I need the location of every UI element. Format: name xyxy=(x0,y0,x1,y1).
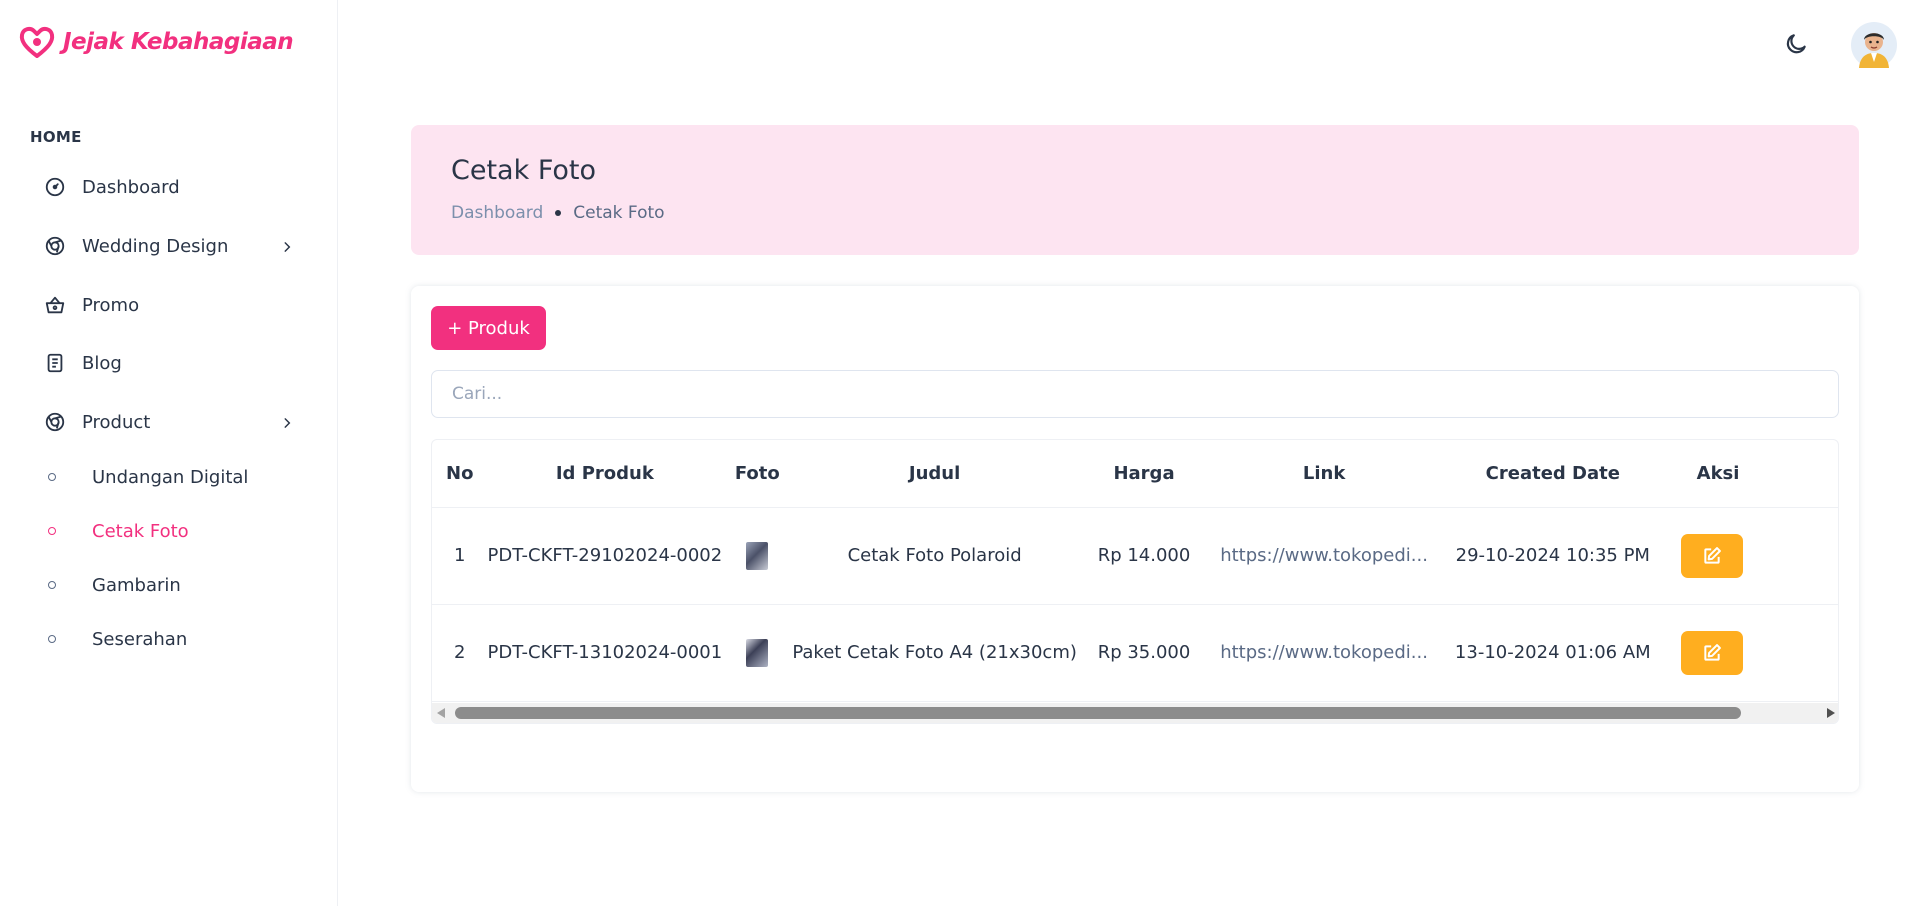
sidebar-subitem-seserahan[interactable]: Seserahan xyxy=(30,619,306,659)
horizontal-scrollbar[interactable] xyxy=(432,703,1838,723)
column-header-id-produk[interactable]: Id Produk xyxy=(487,440,723,508)
edit-icon xyxy=(1703,643,1721,661)
column-header-no[interactable]: No xyxy=(432,440,488,508)
sidebar-subitem-label: Seserahan xyxy=(92,628,188,650)
column-header-foto[interactable]: Foto xyxy=(722,440,793,508)
sidebar: Jejak Kebahagiaan HOME Dashboard Wedding… xyxy=(0,0,338,906)
moon-icon[interactable] xyxy=(1783,31,1809,61)
gauge-icon xyxy=(30,176,82,198)
search-input[interactable] xyxy=(431,370,1839,418)
nav-section-home: HOME xyxy=(30,128,82,146)
cell-no: 2 xyxy=(432,604,488,702)
page-header-banner: Cetak Foto Dashboard Cetak Foto xyxy=(411,125,1859,255)
document-icon xyxy=(30,352,82,374)
sidebar-subitem-label: Undangan Digital xyxy=(92,466,249,488)
table-row: 1 PDT-CKFT-29102024-0002 Cetak Foto Pola… xyxy=(432,507,1838,605)
sidebar-item-label: Blog xyxy=(82,352,122,374)
table-scroll-container[interactable]: No Id Produk Foto Judul Harga Link Creat… xyxy=(431,439,1839,724)
sidebar-item-promo[interactable]: Promo xyxy=(30,282,306,328)
page-title: Cetak Foto xyxy=(451,155,597,186)
aperture-icon xyxy=(30,411,82,433)
cell-harga: Rp 35.000 xyxy=(1076,604,1212,702)
sidebar-subitem-label: Cetak Foto xyxy=(92,520,189,542)
cell-no: 1 xyxy=(432,507,488,605)
breadcrumb-separator xyxy=(555,210,562,216)
breadcrumb-current: Cetak Foto xyxy=(573,203,665,223)
sidebar-item-product[interactable]: Product xyxy=(30,399,306,445)
cell-judul: Paket Cetak Foto A4 (21x30cm) xyxy=(792,604,1077,702)
scrollbar-thumb[interactable] xyxy=(455,707,1741,719)
edit-button[interactable] xyxy=(1680,533,1743,578)
sidebar-item-blog[interactable]: Blog xyxy=(30,340,306,386)
heart-logo-icon xyxy=(19,26,55,58)
sidebar-subitem-gambarin[interactable]: Gambarin xyxy=(30,565,306,605)
column-header-aksi[interactable]: Aksi xyxy=(1668,440,1838,508)
cell-created-date: 29-10-2024 10:35 PM xyxy=(1436,507,1669,605)
breadcrumb: Dashboard Cetak Foto xyxy=(451,203,665,223)
edit-button[interactable] xyxy=(1680,630,1743,675)
sidebar-item-label: Product xyxy=(82,411,151,433)
brand-logo[interactable]: Jejak Kebahagiaan xyxy=(19,25,294,59)
product-card: + Produk No Id Produk Foto Judul Harga L… xyxy=(411,286,1859,792)
chevron-right-icon xyxy=(280,414,294,435)
edit-icon xyxy=(1703,546,1721,564)
table-header-row: No Id Produk Foto Judul Harga Link Creat… xyxy=(432,440,1838,508)
chevron-right-icon xyxy=(280,238,294,259)
sidebar-subitem-undangan-digital[interactable]: Undangan Digital xyxy=(30,457,306,497)
circle-bullet-icon xyxy=(30,581,92,589)
cell-link[interactable]: https://www.tokopedi... xyxy=(1211,604,1437,702)
sidebar-subitem-cetak-foto[interactable]: Cetak Foto xyxy=(30,511,306,551)
sidebar-item-wedding-design[interactable]: Wedding Design xyxy=(30,223,306,269)
basket-icon xyxy=(30,294,82,316)
sidebar-item-label: Dashboard xyxy=(82,176,180,198)
breadcrumb-link-dashboard[interactable]: Dashboard xyxy=(451,203,543,223)
brand-name: Jejak Kebahagiaan xyxy=(63,29,294,55)
user-avatar[interactable] xyxy=(1851,22,1897,72)
column-header-link[interactable]: Link xyxy=(1211,440,1437,508)
cell-link[interactable]: https://www.tokopedi... xyxy=(1211,507,1437,605)
sidebar-item-label: Promo xyxy=(82,294,140,316)
product-table: No Id Produk Foto Judul Harga Link Creat… xyxy=(432,440,1838,702)
column-header-judul[interactable]: Judul xyxy=(792,440,1077,508)
cell-id-produk: PDT-CKFT-13102024-0001 xyxy=(487,604,723,702)
sidebar-item-label: Wedding Design xyxy=(82,235,229,257)
product-photo-thumbnail[interactable] xyxy=(746,638,769,667)
cell-harga: Rp 14.000 xyxy=(1076,507,1212,605)
cell-judul: Cetak Foto Polaroid xyxy=(792,507,1077,605)
column-header-harga[interactable]: Harga xyxy=(1076,440,1212,508)
product-photo-thumbnail[interactable] xyxy=(746,541,769,570)
scroll-left-arrow-icon[interactable] xyxy=(437,708,445,718)
cell-id-produk: PDT-CKFT-29102024-0002 xyxy=(487,507,723,605)
add-product-button[interactable]: + Produk xyxy=(431,306,546,350)
circle-bullet-icon xyxy=(30,635,92,643)
table-row: 2 PDT-CKFT-13102024-0001 Paket Cetak Fot… xyxy=(432,604,1838,702)
cell-created-date: 13-10-2024 01:06 AM xyxy=(1436,604,1669,702)
circle-bullet-icon xyxy=(30,527,92,535)
sidebar-item-dashboard[interactable]: Dashboard xyxy=(30,164,306,210)
sidebar-subitem-label: Gambarin xyxy=(92,574,181,596)
circle-bullet-icon xyxy=(30,473,92,481)
scroll-right-arrow-icon[interactable] xyxy=(1827,708,1835,718)
aperture-icon xyxy=(30,235,82,257)
column-header-created-date[interactable]: Created Date xyxy=(1436,440,1669,508)
